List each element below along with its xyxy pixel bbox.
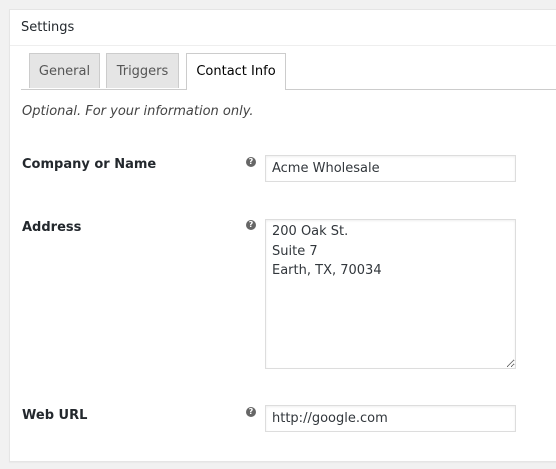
question-mark-icon[interactable]: ? bbox=[246, 220, 256, 230]
tab-triggers[interactable]: Triggers bbox=[106, 53, 179, 88]
address-textarea[interactable]: 200 Oak St. Suite 7 Earth, TX, 70034 bbox=[265, 219, 516, 369]
tab-general[interactable]: General bbox=[29, 53, 100, 88]
tab-contact-info[interactable]: Contact Info bbox=[186, 53, 286, 90]
tab-bar: General Triggers Contact Info bbox=[21, 53, 556, 90]
address-label: Address bbox=[22, 220, 82, 235]
web-url-label: Web URL bbox=[22, 408, 88, 423]
company-label: Company or Name bbox=[22, 157, 157, 172]
web-url-input[interactable] bbox=[265, 405, 516, 432]
intro-text: Optional. For your information only. bbox=[22, 104, 254, 119]
question-mark-icon[interactable]: ? bbox=[246, 407, 256, 417]
question-mark-icon[interactable]: ? bbox=[246, 157, 256, 167]
settings-panel: Settings General Triggers Contact Info O… bbox=[9, 9, 556, 462]
panel-title: Settings bbox=[10, 10, 556, 46]
company-input[interactable] bbox=[265, 155, 516, 182]
